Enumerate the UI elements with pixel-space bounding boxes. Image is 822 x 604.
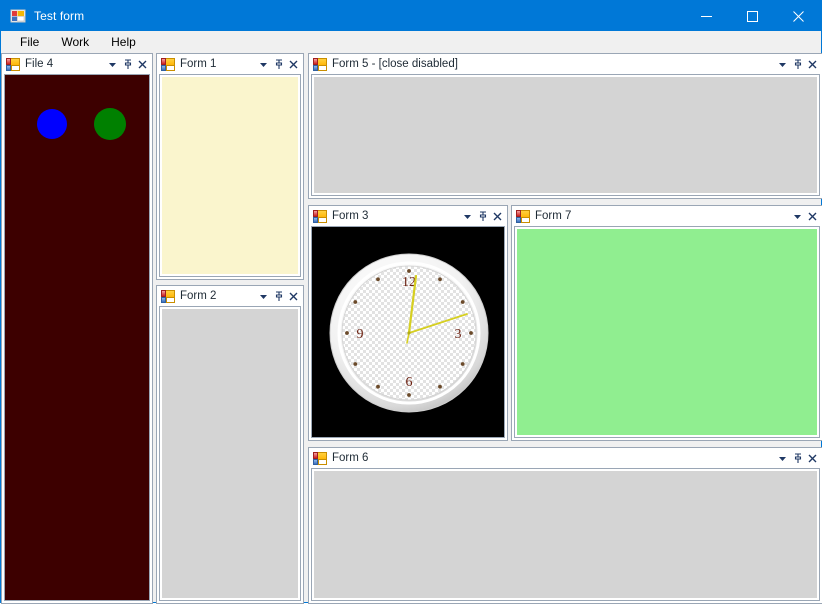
window-title: Test form [34,9,85,23]
form-icon [313,451,327,465]
form6-inner [313,470,818,599]
application-window: Test form File Work Help File 4 Form 1 F… [0,0,822,604]
menu-item-help[interactable]: Help [100,32,147,52]
form-icon [161,57,175,71]
form1-inner [161,76,299,275]
menu-bar: File Work Help [1,31,821,53]
form2-inner [161,308,299,599]
panel-file4-body [4,74,150,601]
form5-inner [313,76,818,194]
panel-form1-body [159,74,301,277]
panel-form2-controls [256,288,301,304]
form1-canvas [162,77,298,274]
svg-text:6: 6 [406,375,413,390]
panel-form2: Form 2 [156,285,304,604]
pin-icon[interactable] [120,56,135,72]
form5-canvas [314,77,817,193]
close-icon[interactable] [135,56,150,72]
panel-form6-controls [775,450,820,466]
panel-form6-title: Form 6 [332,452,369,464]
panel-file4-header[interactable]: File 4 [2,54,152,74]
panel-file4-title: File 4 [25,58,54,70]
form3-canvas: 12 3 6 9 [312,227,504,437]
analog-clock: 12 3 6 9 [312,227,504,437]
panel-form1: Form 1 [156,53,304,280]
panel-form3-header[interactable]: Form 3 [309,206,507,226]
panel-form7-title: Form 7 [535,210,572,222]
close-icon[interactable] [805,208,820,224]
green-circle [94,108,126,140]
close-icon[interactable] [805,56,820,72]
maximize-button[interactable] [729,1,775,31]
close-icon[interactable] [805,450,820,466]
close-icon[interactable] [286,288,301,304]
file4-canvas [5,75,149,600]
dropdown-icon[interactable] [256,288,271,304]
form6-canvas [314,471,817,598]
close-button[interactable] [775,1,821,31]
pin-icon[interactable] [271,56,286,72]
menu-item-work[interactable]: Work [50,32,100,52]
panel-form7-controls [790,208,820,224]
panel-form6-header[interactable]: Form 6 [309,448,822,468]
panel-form3-title: Form 3 [332,210,369,222]
panel-form3-body: 12 3 6 9 [311,226,505,438]
form2-canvas [162,309,298,598]
close-icon[interactable] [286,56,301,72]
blue-circle [37,109,67,139]
dropdown-icon[interactable] [790,208,805,224]
dropdown-icon[interactable] [775,450,790,466]
panel-form6-body [311,468,820,601]
panel-form1-title: Form 1 [180,58,217,70]
panel-form3: Form 3 12 3 6 9 [308,205,508,441]
dropdown-icon[interactable] [256,56,271,72]
svg-text:3: 3 [455,327,462,342]
minimize-button[interactable] [683,1,729,31]
panel-form6: Form 6 [308,447,822,604]
panel-form1-controls [256,56,301,72]
form7-canvas [517,229,817,435]
panel-file4-controls [105,56,150,72]
panel-form2-body [159,306,301,601]
dropdown-icon[interactable] [105,56,120,72]
panel-form7-body [514,226,820,438]
panel-file4: File 4 [1,53,153,604]
menu-item-file[interactable]: File [9,32,50,52]
pin-icon[interactable] [475,208,490,224]
panel-form7-header[interactable]: Form 7 [512,206,822,226]
pin-icon[interactable] [790,56,805,72]
form-icon [6,57,20,71]
panel-form3-controls [460,208,505,224]
panel-form5: Form 5 - [close disabled] [308,53,822,199]
title-bar: Test form [1,1,821,31]
dock-area: File 4 Form 1 Form 2 Form 5 - [close dis… [1,53,822,604]
form-icon [313,57,327,71]
pin-icon[interactable] [271,288,286,304]
dropdown-icon[interactable] [460,208,475,224]
window-controls [683,1,821,31]
panel-form7: Form 7 [511,205,822,441]
pin-icon[interactable] [790,450,805,466]
form-icon [313,209,327,223]
panel-form5-body [311,74,820,196]
form-icon [161,289,175,303]
svg-text:9: 9 [357,327,364,342]
app-form-icon [10,8,26,24]
panel-form2-title: Form 2 [180,290,217,302]
dropdown-icon[interactable] [775,56,790,72]
panel-form2-header[interactable]: Form 2 [157,286,303,306]
close-icon[interactable] [490,208,505,224]
panel-form5-header[interactable]: Form 5 - [close disabled] [309,54,822,74]
panel-form5-title: Form 5 - [close disabled] [332,58,458,70]
panel-form5-controls [775,56,820,72]
panel-form1-header[interactable]: Form 1 [157,54,303,74]
form-icon [516,209,530,223]
form7-inner [516,228,818,436]
